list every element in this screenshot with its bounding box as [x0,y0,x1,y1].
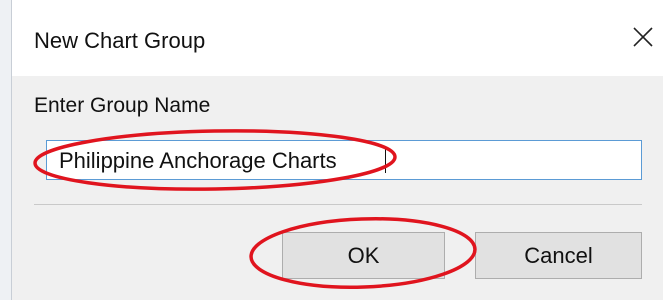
group-name-label: Enter Group Name [34,94,211,117]
text-caret [385,147,386,173]
group-name-input[interactable]: Philippine Anchorage Charts [46,140,642,180]
ok-button[interactable]: OK [282,232,445,279]
dialog-titlebar: New Chart Group [12,0,663,76]
ok-button-label: OK [347,242,380,268]
dialog-title: New Chart Group [34,28,206,53]
background-window-edge [0,0,12,300]
group-name-value: Philippine Anchorage Charts [59,148,337,173]
cancel-button-label: Cancel [524,242,593,268]
close-button[interactable] [628,22,658,52]
separator [34,204,642,205]
new-chart-group-dialog: New Chart Group Enter Group Name Philipp… [12,0,663,300]
cancel-button[interactable]: Cancel [475,232,642,279]
close-icon [633,27,653,47]
